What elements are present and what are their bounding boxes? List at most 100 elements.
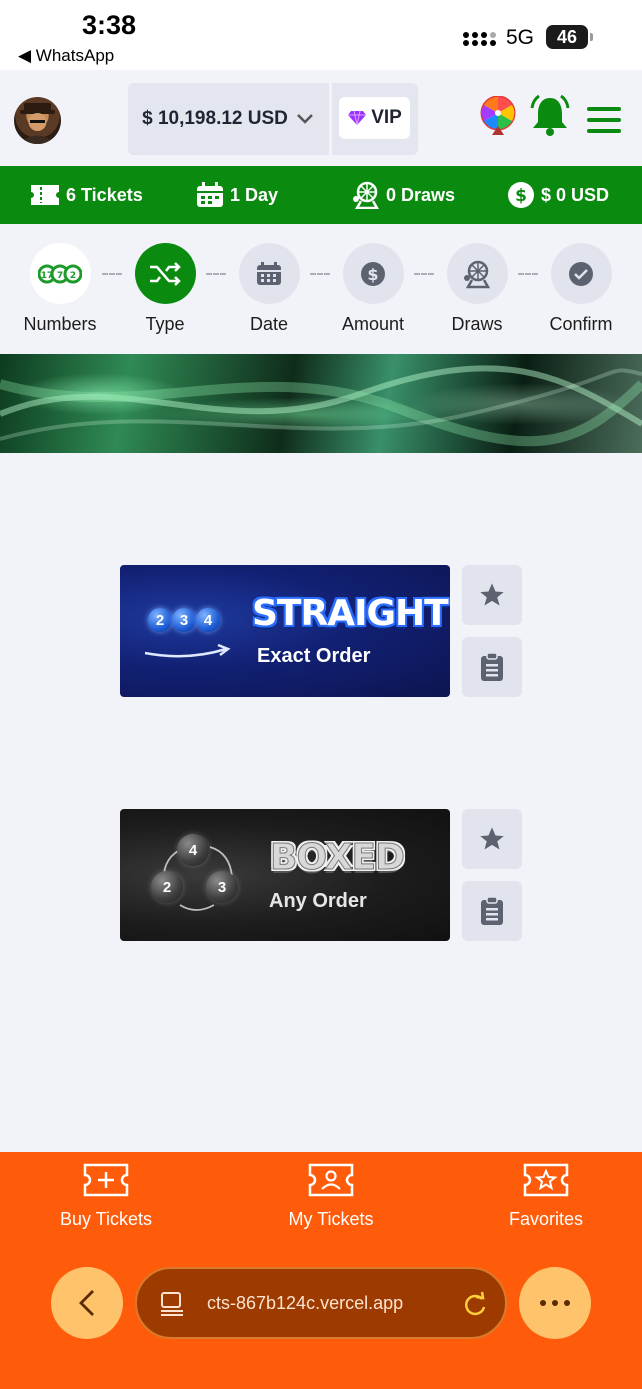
clipboard-straight-button[interactable]: [462, 637, 522, 697]
tickets-summary: 6 Tickets: [30, 180, 143, 210]
ball: 2: [151, 871, 183, 903]
back-to-app-link[interactable]: ◀ WhatsApp: [18, 46, 114, 66]
svg-text:7: 7: [57, 271, 63, 281]
days-summary: 1 Day: [196, 180, 278, 210]
check-circle-icon: [569, 261, 593, 286]
ticket-star-icon: [523, 1163, 569, 1197]
tabs-icon: [161, 1292, 183, 1316]
nav-my-tickets[interactable]: My Tickets: [251, 1162, 411, 1230]
svg-text:2: 2: [70, 271, 76, 281]
tickets-count: 6 Tickets: [66, 184, 143, 205]
diamond-icon: [348, 110, 367, 126]
hamburger-menu-icon[interactable]: [587, 106, 621, 134]
step-circle: [550, 243, 612, 304]
lottery-machine-icon: [353, 181, 380, 209]
card-subtitle: Exact Order: [257, 645, 371, 667]
avatar-icon: [19, 103, 56, 144]
clipboard-icon: [481, 652, 503, 681]
straight-bet-card[interactable]: 2 3 4 STRAIGHT Exact Order: [120, 565, 450, 697]
ball: 3: [206, 871, 238, 903]
bell-icon[interactable]: [530, 94, 570, 138]
signal-icon: [463, 32, 496, 46]
nav-label: My Tickets: [288, 1209, 374, 1229]
step-draws[interactable]: Draws: [425, 243, 529, 335]
draws-summary: 0 Draws: [352, 180, 455, 210]
ball: 3: [172, 608, 196, 632]
nav-label: Buy Tickets: [59, 1209, 153, 1229]
nav-favorites[interactable]: Favorites: [466, 1162, 626, 1230]
vip-button[interactable]: VIP: [339, 97, 410, 139]
svg-text:$: $: [367, 265, 378, 284]
clipboard-icon: [481, 896, 503, 925]
dollar-coin-icon: $: [508, 182, 534, 208]
reload-icon[interactable]: [462, 1291, 488, 1319]
dollar-coin-icon: $: [361, 261, 385, 286]
step-numbers[interactable]: 17 7 2 Numbers: [8, 243, 112, 335]
status-time: 3:38: [82, 10, 137, 40]
star-icon: [480, 583, 504, 606]
step-date[interactable]: Date: [217, 243, 321, 335]
balance-dropdown[interactable]: $ 10,198.12 USD: [128, 83, 328, 155]
step-label: Draws: [451, 314, 503, 334]
boxed-bet-card[interactable]: 4 2 3 BOXED Any Order: [120, 809, 450, 941]
step-amount[interactable]: $ Amount: [321, 243, 425, 335]
amount-summary: $ $ 0 USD: [507, 180, 609, 210]
step-label: Amount: [341, 314, 405, 334]
shuffle-icon: [150, 261, 181, 286]
balance-amount: $ 10,198.12 USD: [142, 108, 288, 129]
clipboard-boxed-button[interactable]: [462, 881, 522, 941]
card-title: BOXED: [270, 837, 406, 879]
browser-back-button[interactable]: [51, 1267, 123, 1339]
favorite-straight-button[interactable]: [462, 565, 522, 625]
favorite-boxed-button[interactable]: [462, 809, 522, 869]
lottery-machine-icon: [464, 260, 491, 288]
step-label: Type: [145, 314, 185, 334]
svg-text:17: 17: [41, 271, 54, 281]
prize-wheel-icon[interactable]: [480, 96, 516, 136]
chevron-down-icon: [296, 114, 313, 124]
nav-buy-tickets[interactable]: Buy Tickets: [26, 1162, 186, 1230]
star-icon: [480, 827, 504, 850]
ball: 4: [177, 834, 209, 866]
nav-label: Favorites: [508, 1209, 584, 1229]
draws-count: 0 Draws: [386, 184, 456, 205]
step-circle: [446, 243, 508, 304]
url-text: cts-867b124c.vercel.app: [207, 1293, 404, 1313]
network-type: 5G: [506, 26, 535, 49]
battery-indicator: 46: [546, 25, 588, 49]
browser-more-button[interactable]: [519, 1267, 591, 1339]
banner-swirl-graphic: [0, 365, 642, 447]
step-confirm[interactable]: Confirm: [529, 243, 633, 335]
card-subtitle: Any Order: [269, 890, 367, 912]
step-circle: 17 7 2: [29, 243, 91, 304]
vip-label: VIP: [371, 107, 402, 128]
balance-group: $ 10,198.12 USD VIP: [128, 83, 418, 155]
arrow-icon: [144, 643, 231, 658]
divider: [329, 83, 332, 155]
wizard-steps: 17 7 2 Numbers Type Date $ Amount Draws …: [0, 224, 642, 354]
step-circle: $: [342, 243, 404, 304]
step-label: Date: [249, 314, 289, 334]
days-count: 1 Day: [230, 184, 279, 205]
ball: 2: [148, 608, 172, 632]
user-avatar[interactable]: [14, 97, 61, 144]
card-title: STRAIGHT: [252, 593, 449, 634]
chevron-left-icon: [79, 1290, 94, 1316]
lottery-balls-icon: 17 7 2: [38, 264, 82, 283]
ball: 4: [196, 608, 220, 632]
ticket-icon: [31, 185, 59, 205]
status-bar: 3:38 ◀ WhatsApp 5G 46: [0, 0, 642, 70]
calendar-icon: [197, 182, 223, 207]
step-type[interactable]: Type: [113, 243, 217, 335]
step-circle-active: [134, 243, 196, 304]
svg-text:$: $: [515, 186, 527, 206]
summary-bar: 6 Tickets 1 Day 0 Draws $ $ 0 USD: [0, 166, 642, 224]
step-circle: [238, 243, 300, 304]
browser-url-bar[interactable]: cts-867b124c.vercel.app: [135, 1267, 507, 1339]
bottom-navigation: Buy Tickets My Tickets Favorites cts-867…: [0, 1152, 642, 1389]
calendar-icon: [257, 261, 281, 285]
ticket-plus-icon: [83, 1163, 129, 1197]
ticket-user-icon: [308, 1163, 354, 1197]
more-dots-icon: [540, 1300, 570, 1306]
step-label: Numbers: [23, 314, 97, 334]
